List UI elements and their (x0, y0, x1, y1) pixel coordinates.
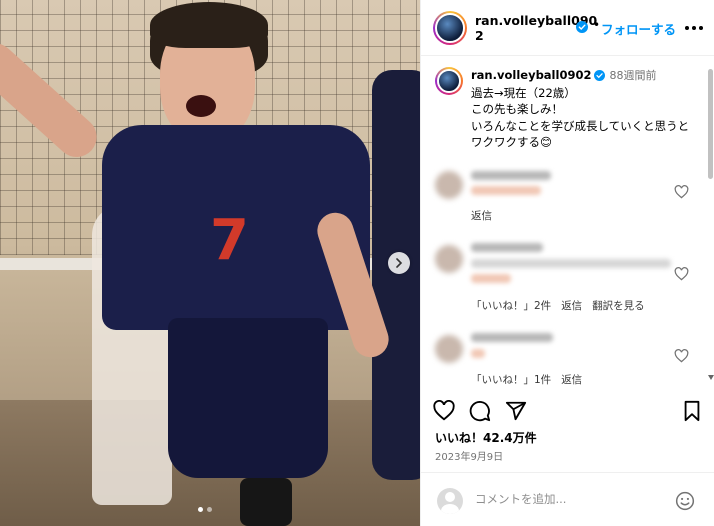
player-shorts (168, 318, 328, 478)
more-icon[interactable] (685, 21, 705, 35)
emoji-icon[interactable] (675, 491, 695, 511)
chevron-right-icon (396, 258, 403, 268)
reply-button[interactable]: 返信 (561, 372, 582, 387)
post-header: ran.volleyball0902 • フォローする (421, 0, 714, 56)
comment-meta: 「いいね！」2件 返信 翻訳を見る (471, 298, 645, 313)
post-side-panel: ran.volleyball0902 • フォローする ran.volleyba… (420, 0, 714, 526)
add-comment-bar (421, 472, 714, 526)
caption-text: 過去→現在（22歳） この先も楽しみ！ いろんなことを学び成長していくと思うとワ… (471, 85, 690, 150)
blurred-comment-emoji (471, 274, 511, 283)
post-date[interactable]: 2023年9月9日 (435, 448, 503, 463)
player-hair-top (150, 2, 268, 48)
post-photo[interactable]: 7 (0, 0, 420, 526)
reply-button[interactable]: 返信 (471, 208, 492, 223)
current-user-avatar (437, 488, 463, 514)
comments-scrollbar[interactable] (708, 63, 714, 383)
header-separator: • (593, 18, 601, 32)
share-icon[interactable] (505, 400, 527, 422)
blurred-comment (471, 349, 485, 358)
comment-avatar[interactable] (435, 335, 463, 363)
author-avatar[interactable] (433, 11, 467, 45)
carousel-dot-active (198, 507, 203, 512)
bookmark-icon[interactable] (681, 400, 703, 422)
comment-avatar[interactable] (435, 245, 463, 273)
action-bar (421, 396, 714, 426)
comments-list[interactable]: ran.volleyball0902 88週間前 過去→現在（22歳） この先も楽… (421, 57, 714, 387)
comment-meta: 返信 (471, 208, 492, 223)
blurred-username (471, 171, 551, 180)
follow-button[interactable]: フォローする (601, 19, 676, 38)
blurred-comment (471, 259, 671, 268)
caption-timestamp[interactable]: 88週間前 (609, 69, 656, 82)
caption-body: ran.volleyball0902 88週間前 過去→現在（22歳） この先も楽… (471, 67, 699, 151)
comment-like-icon[interactable] (674, 185, 689, 199)
carousel-indicator (198, 507, 212, 512)
caption-avatar[interactable] (435, 67, 463, 95)
reply-button[interactable]: 返信 (561, 298, 582, 313)
player-mouth (186, 95, 216, 117)
heart-icon[interactable] (433, 400, 455, 422)
comment-icon[interactable] (469, 400, 491, 422)
carousel-next-button[interactable] (388, 252, 410, 274)
comment-likes-count[interactable]: 「いいね！」1件 (471, 372, 551, 387)
comment-like-icon[interactable] (674, 267, 689, 281)
caption-username[interactable]: ran.volleyball0902 (471, 68, 591, 82)
player-sock (240, 478, 292, 526)
blurred-username (471, 333, 553, 342)
blurred-username (471, 243, 543, 252)
comment-like-icon[interactable] (674, 349, 689, 363)
verified-icon (594, 70, 606, 81)
comment-avatar[interactable] (435, 171, 463, 199)
background-player-right (372, 70, 420, 480)
blurred-comment (471, 186, 541, 195)
comment-input[interactable] (475, 492, 655, 506)
scroll-down-arrow[interactable] (708, 375, 714, 380)
comment-likes-count[interactable]: 「いいね！」2件 (471, 298, 551, 313)
comment-meta: 「いいね！」1件 返信 (471, 372, 582, 387)
likes-count[interactable]: いいね！42.4万件 (435, 429, 537, 446)
jersey-number: 7 (210, 208, 249, 273)
scrollbar-thumb[interactable] (708, 69, 713, 179)
carousel-dot (207, 507, 212, 512)
translate-button[interactable]: 翻訳を見る (592, 298, 645, 313)
verified-icon (576, 21, 588, 33)
